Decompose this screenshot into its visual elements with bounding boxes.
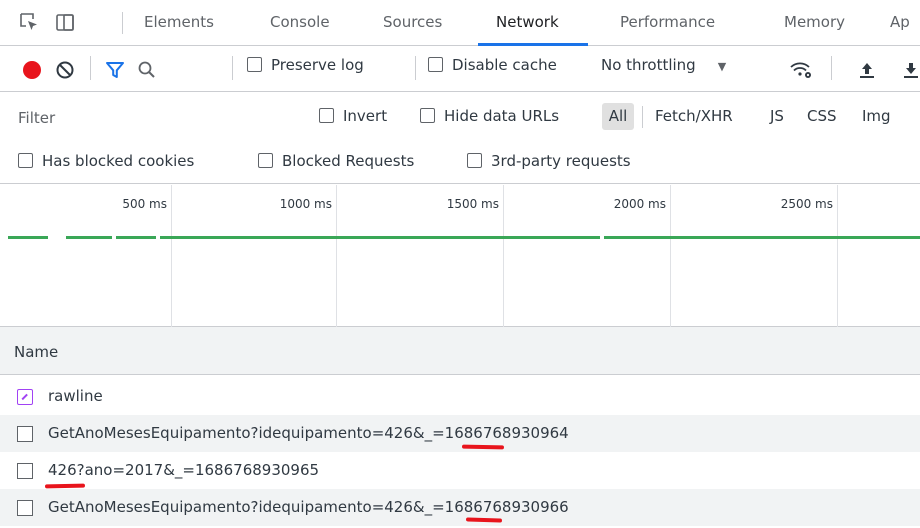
timeline-gridline: [503, 185, 504, 327]
red-underline-annotation: [44, 483, 86, 489]
timeline-gridline: [670, 185, 671, 327]
chevron-down-icon: ▼: [717, 60, 727, 73]
timeline-tick-label: 1000 ms: [279, 197, 332, 211]
network-toolbar: Preserve log Disable cache No throttling…: [0, 46, 920, 92]
tab-sources[interactable]: Sources: [383, 13, 442, 31]
timeline-request-bar: [8, 236, 48, 239]
hide-data-urls-label: Hide data URLs: [444, 107, 560, 125]
device-toolbar-icon[interactable]: [54, 11, 76, 33]
filter-type-fetch-xhr[interactable]: Fetch/XHR: [655, 107, 733, 125]
third-party-requests-label: 3rd-party requests: [491, 152, 631, 170]
export-har-icon[interactable]: [902, 60, 920, 80]
disable-cache-checkbox[interactable]: Disable cache: [428, 56, 557, 74]
record-icon[interactable]: [22, 60, 42, 80]
timeline-request-bar: [604, 236, 920, 239]
checkbox-box[interactable]: [18, 153, 33, 168]
timeline-tick-label: 2000 ms: [613, 197, 666, 211]
checkbox-box[interactable]: [467, 153, 482, 168]
preserve-log-label: Preserve log: [271, 56, 364, 74]
tab-application[interactable]: Ap: [890, 13, 910, 31]
search-icon[interactable]: [137, 60, 157, 80]
invert-checkbox[interactable]: Invert: [319, 107, 387, 125]
network-overview[interactable]: 500 ms 1000 ms 1500 ms 2000 ms 2500 ms: [0, 185, 920, 327]
has-blocked-cookies-checkbox[interactable]: Has blocked cookies: [18, 152, 194, 170]
invert-label: Invert: [343, 107, 388, 125]
timeline-gridline: [171, 185, 172, 327]
throttling-label: No throttling: [601, 56, 696, 74]
requests-table-header: Name: [0, 327, 920, 375]
file-icon: [17, 463, 33, 479]
timeline-gridline: [837, 185, 838, 327]
tab-bar-divider: [122, 12, 123, 34]
toolbar-divider: [90, 56, 91, 80]
filter-type-js[interactable]: JS: [770, 107, 784, 125]
red-underline-annotation: [461, 444, 505, 450]
hide-data-urls-checkbox[interactable]: Hide data URLs: [420, 107, 559, 125]
toolbar-divider: [232, 56, 233, 80]
devtools-tab-bar: Elements Console Sources Network Perform…: [0, 0, 920, 46]
third-party-requests-checkbox[interactable]: 3rd-party requests: [467, 152, 631, 170]
filter-divider: [642, 106, 643, 128]
filter-type-css[interactable]: CSS: [807, 107, 837, 125]
name-column-header[interactable]: Name: [14, 343, 58, 361]
tab-performance[interactable]: Performance: [620, 13, 715, 31]
checkbox-box[interactable]: [247, 57, 262, 72]
blocked-requests-checkbox[interactable]: Blocked Requests: [258, 152, 414, 170]
tab-network[interactable]: Network: [496, 13, 559, 31]
request-name: 426?ano=2017&_=1686768930965: [48, 461, 320, 479]
toolbar-divider: [415, 56, 416, 80]
preserve-log-checkbox[interactable]: Preserve log: [247, 56, 364, 74]
checkbox-box[interactable]: [428, 57, 443, 72]
filter-input[interactable]: [0, 92, 300, 144]
tab-memory[interactable]: Memory: [784, 13, 845, 31]
checkbox-box[interactable]: [258, 153, 273, 168]
file-icon: [17, 500, 33, 516]
filter-type-all[interactable]: All: [602, 103, 634, 130]
import-har-icon[interactable]: [858, 60, 876, 80]
toolbar-divider: [831, 56, 832, 80]
checkbox-box[interactable]: [420, 108, 435, 123]
throttling-select[interactable]: No throttling ▼: [601, 56, 726, 74]
request-name: GetAnoMesesEquipamento?idequipamento=426…: [48, 424, 569, 442]
tab-elements[interactable]: Elements: [144, 13, 214, 31]
checkbox-box[interactable]: [319, 108, 334, 123]
request-row[interactable]: 426?ano=2017&_=1686768930965: [0, 452, 920, 489]
request-name: rawline: [48, 387, 103, 405]
request-row[interactable]: GetAnoMesesEquipamento?idequipamento=426…: [0, 489, 920, 526]
inspect-element-icon[interactable]: [18, 11, 40, 33]
timeline-request-bar: [116, 236, 156, 239]
timeline-tick-label: 2500 ms: [780, 197, 833, 211]
disable-cache-label: Disable cache: [452, 56, 557, 74]
tab-console[interactable]: Console: [270, 13, 330, 31]
network-conditions-icon[interactable]: [789, 60, 813, 80]
has-blocked-cookies-label: Has blocked cookies: [42, 152, 195, 170]
filter-bar: Invert Hide data URLs All Fetch/XHR JS C…: [0, 92, 920, 144]
request-row[interactable]: GetAnoMesesEquipamento?idequipamento=426…: [0, 415, 920, 452]
filter-type-img[interactable]: Img: [862, 107, 891, 125]
document-icon: [17, 389, 33, 405]
request-row[interactable]: rawline: [0, 378, 920, 415]
request-name: GetAnoMesesEquipamento?idequipamento=426…: [48, 498, 569, 516]
timeline-tick-label: 1500 ms: [446, 197, 499, 211]
blocked-requests-label: Blocked Requests: [282, 152, 415, 170]
timeline-request-bar: [66, 236, 112, 239]
timeline-request-bar: [160, 236, 600, 239]
timeline-gridline: [336, 185, 337, 327]
clear-icon[interactable]: [55, 60, 75, 80]
file-icon: [17, 426, 33, 442]
blocked-filter-bar: Has blocked cookies Blocked Requests 3rd…: [0, 144, 920, 184]
filter-icon[interactable]: [105, 60, 125, 80]
timeline-tick-label: 500 ms: [122, 197, 167, 211]
